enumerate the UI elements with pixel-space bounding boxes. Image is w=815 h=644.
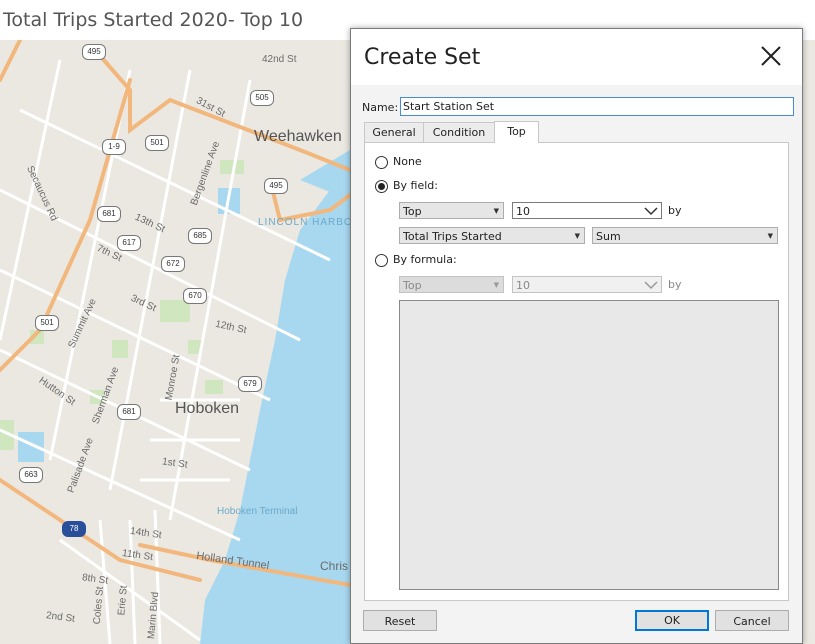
by-formula-top-bottom-dropdown: Top ▼ bbox=[399, 276, 504, 293]
ok-button[interactable]: OK bbox=[635, 610, 709, 631]
route-shield-1-9: 1-9 bbox=[102, 139, 126, 155]
aggregation-value: Sum bbox=[596, 230, 621, 243]
tab-condition[interactable]: Condition bbox=[423, 122, 495, 142]
map-label-weehawken: Weehawken bbox=[254, 128, 342, 145]
dialog-titlebar: Create Set bbox=[351, 29, 802, 85]
by-field-top-bottom-dropdown[interactable]: Top ▼ bbox=[399, 202, 504, 219]
route-shield-78: 78 bbox=[62, 521, 86, 537]
cancel-button[interactable]: Cancel bbox=[715, 610, 789, 631]
route-shield-685: 685 bbox=[188, 228, 212, 244]
route-shield-679: 679 bbox=[238, 376, 262, 392]
map-label-42nd-st: 42nd St bbox=[262, 54, 297, 65]
name-label: Name: bbox=[362, 101, 399, 114]
dropdown-arrow-icon: ▼ bbox=[493, 207, 499, 215]
route-shield-495: 495 bbox=[264, 178, 288, 194]
by-field-label: By field: bbox=[393, 179, 438, 192]
dropdown-arrow-icon: ▼ bbox=[574, 232, 580, 240]
worksheet-title: Total Trips Started 2020- Top 10 bbox=[3, 9, 304, 31]
set-name-input[interactable]: Start Station Set bbox=[400, 97, 794, 116]
map-label-hoboken-terminal: Hoboken Terminal bbox=[217, 506, 298, 517]
route-shield-681: 681 bbox=[117, 404, 141, 420]
route-shield-670: 670 bbox=[183, 288, 207, 304]
by-formula-label: By formula: bbox=[393, 253, 457, 266]
by-formula-by-label: by bbox=[668, 278, 682, 291]
none-label: None bbox=[393, 155, 422, 168]
dropdown-arrow-icon: ▼ bbox=[767, 232, 773, 240]
by-formula-count-combobox: 10 bbox=[512, 276, 662, 293]
top-tab-panel: None By field: Top ▼ 10 by Total Trips S… bbox=[364, 142, 789, 601]
by-field-top-bottom-value: Top bbox=[403, 205, 422, 218]
field-value: Total Trips Started bbox=[403, 230, 502, 243]
route-shield-663: 663 bbox=[19, 467, 43, 483]
map-label-lincoln-harbor: LINCOLN HARBOR bbox=[258, 217, 361, 228]
chevron-down-icon bbox=[644, 207, 658, 216]
route-shield-617: 617 bbox=[117, 235, 141, 251]
dropdown-arrow-icon: ▼ bbox=[493, 281, 499, 289]
by-formula-radio[interactable] bbox=[375, 254, 388, 267]
close-button[interactable] bbox=[756, 41, 786, 71]
by-formula-top-bottom-value: Top bbox=[403, 279, 422, 292]
route-shield-505: 505 bbox=[250, 90, 274, 106]
chevron-down-icon bbox=[644, 281, 658, 290]
by-field-by-label: by bbox=[668, 204, 682, 217]
tab-top[interactable]: Top bbox=[494, 121, 539, 143]
route-shield-501: 501 bbox=[145, 135, 169, 151]
by-formula-count-value: 10 bbox=[516, 279, 530, 292]
map-label-hoboken: Hoboken bbox=[175, 400, 240, 417]
route-shield-501: 501 bbox=[35, 315, 59, 331]
none-radio[interactable] bbox=[375, 156, 388, 169]
dialog-title: Create Set bbox=[364, 45, 481, 70]
tab-general[interactable]: General bbox=[364, 122, 424, 142]
map-label-chris: Chris bbox=[320, 559, 349, 573]
close-icon bbox=[761, 46, 781, 66]
route-shield-672: 672 bbox=[161, 256, 185, 272]
reset-button[interactable]: Reset bbox=[363, 610, 437, 631]
route-shield-495: 495 bbox=[82, 44, 106, 60]
field-dropdown[interactable]: Total Trips Started ▼ bbox=[399, 227, 585, 244]
by-field-radio[interactable] bbox=[375, 180, 388, 193]
by-field-count-combobox[interactable]: 10 bbox=[512, 202, 662, 219]
formula-editor bbox=[399, 300, 779, 590]
route-shield-681: 681 bbox=[97, 206, 121, 222]
by-field-count-value: 10 bbox=[516, 205, 530, 218]
aggregation-dropdown[interactable]: Sum ▼ bbox=[592, 227, 778, 244]
create-set-dialog: Create Set Name: Start Station Set Gener… bbox=[350, 28, 803, 644]
